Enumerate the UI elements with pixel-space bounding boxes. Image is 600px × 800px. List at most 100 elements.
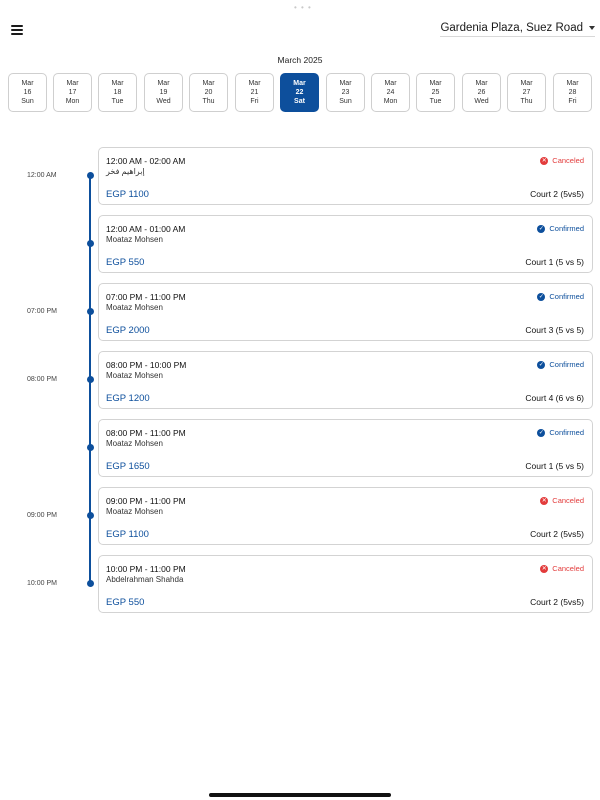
time-label: 08:00 PM bbox=[27, 376, 57, 383]
date-weekday: Wed bbox=[156, 98, 171, 105]
timeline-dot bbox=[86, 580, 94, 587]
date-month: Mar bbox=[384, 80, 397, 87]
date-chip[interactable]: Mar 23 Sun bbox=[326, 73, 365, 112]
timeline-dot bbox=[86, 444, 94, 451]
date-weekday: Thu bbox=[202, 98, 215, 105]
location-label: Gardenia Plaza, Suez Road bbox=[440, 22, 583, 34]
booking-court: Court 4 (6 vs 6) bbox=[525, 393, 584, 403]
booking-name: Moataz Mohsen bbox=[106, 235, 163, 244]
cancel-x-icon: ✕ bbox=[540, 564, 549, 573]
booking-card[interactable]: 12:00 AM - 01:00 AM Moataz Mohsen ✓ Conf… bbox=[98, 215, 593, 273]
date-month: Mar bbox=[66, 80, 79, 87]
booking-price: EGP 1100 bbox=[106, 529, 149, 540]
booking-card[interactable]: 10:00 PM - 11:00 PM Abdelrahman Shahda ✕… bbox=[98, 555, 593, 613]
date-chip[interactable]: Mar 26 Wed bbox=[462, 73, 501, 112]
date-chip[interactable]: Mar 20 Thu bbox=[189, 73, 228, 112]
booking-court: Court 2 (5vs5) bbox=[530, 597, 584, 607]
booking-court: Court 3 (5 vs 5) bbox=[525, 325, 584, 335]
time-label: 07:00 PM bbox=[27, 308, 57, 315]
date-month: Mar bbox=[21, 80, 34, 87]
date-strip[interactable]: Mar 16 Sun Mar 17 Mon Mar 18 Tue Mar 19 … bbox=[8, 73, 600, 115]
date-chip[interactable]: Mar 25 Tue bbox=[416, 73, 455, 112]
date-day: 16 bbox=[23, 89, 32, 96]
date-chip-selected[interactable]: Mar 22 Sat bbox=[280, 73, 319, 112]
location-selector[interactable]: Gardenia Plaza, Suez Road bbox=[440, 22, 595, 37]
booking-name: Moataz Mohsen bbox=[106, 303, 163, 312]
booking-name: إبراهيم فخر bbox=[106, 167, 145, 176]
booking-card[interactable]: 08:00 PM - 11:00 PM Moataz Mohsen ✓ Conf… bbox=[98, 419, 593, 477]
chevron-down-icon bbox=[589, 26, 595, 30]
date-day: 20 bbox=[204, 89, 213, 96]
status-badge: ✕ Canceled bbox=[540, 156, 584, 165]
date-chip[interactable]: Mar 16 Sun bbox=[8, 73, 47, 112]
status-badge: ✓ Confirmed bbox=[537, 428, 584, 437]
booking-time: 09:00 PM - 11:00 PM bbox=[106, 496, 186, 506]
booking-name: Abdelrahman Shahda bbox=[106, 575, 184, 584]
booking-time: 10:00 PM - 11:00 PM bbox=[106, 564, 186, 574]
date-day: 28 bbox=[568, 89, 577, 96]
date-month: Mar bbox=[429, 80, 442, 87]
status-label: Canceled bbox=[552, 496, 584, 505]
status-label: Confirmed bbox=[549, 428, 584, 437]
cancel-x-icon: ✕ bbox=[540, 156, 549, 165]
date-day: 17 bbox=[68, 89, 77, 96]
booking-court: Court 1 (5 vs 5) bbox=[525, 257, 584, 267]
date-chip[interactable]: Mar 24 Mon bbox=[371, 73, 410, 112]
date-month: Mar bbox=[520, 80, 533, 87]
time-label: 09:00 PM bbox=[27, 512, 57, 519]
date-day: 19 bbox=[159, 89, 168, 96]
date-month: Mar bbox=[248, 80, 261, 87]
booking-court: Court 2 (5vs5) bbox=[530, 189, 584, 199]
date-day: 27 bbox=[522, 89, 531, 96]
hamburger-menu-icon[interactable] bbox=[11, 25, 23, 35]
check-circle-icon: ✓ bbox=[537, 360, 546, 369]
date-chip[interactable]: Mar 27 Thu bbox=[507, 73, 546, 112]
booking-time: 07:00 PM - 11:00 PM bbox=[106, 292, 186, 302]
time-label: 12:00 AM bbox=[27, 172, 57, 179]
booking-card[interactable]: 07:00 PM - 11:00 PM Moataz Mohsen ✓ Conf… bbox=[98, 283, 593, 341]
status-badge: ✓ Confirmed bbox=[537, 360, 584, 369]
status-label: Canceled bbox=[552, 156, 584, 165]
timeline-dot bbox=[86, 172, 94, 179]
status-badge: ✓ Confirmed bbox=[537, 292, 584, 301]
home-indicator bbox=[209, 793, 391, 797]
date-chip[interactable]: Mar 21 Fri bbox=[235, 73, 274, 112]
date-weekday: Tue bbox=[429, 98, 442, 105]
date-month: Mar bbox=[475, 80, 488, 87]
timeline-dot bbox=[86, 512, 94, 519]
check-circle-icon: ✓ bbox=[537, 292, 546, 301]
cancel-x-icon: ✕ bbox=[540, 496, 549, 505]
timeline-dot bbox=[86, 308, 94, 315]
date-chip[interactable]: Mar 18 Tue bbox=[98, 73, 137, 112]
booking-time: 12:00 AM - 01:00 AM bbox=[106, 224, 186, 234]
date-month: Mar bbox=[157, 80, 170, 87]
date-month: Mar bbox=[339, 80, 352, 87]
date-chip[interactable]: Mar 17 Mon bbox=[53, 73, 92, 112]
date-chip[interactable]: Mar 28 Fri bbox=[553, 73, 592, 112]
booking-card[interactable]: 08:00 PM - 10:00 PM Moataz Mohsen ✓ Conf… bbox=[98, 351, 593, 409]
check-circle-icon: ✓ bbox=[537, 428, 546, 437]
booking-court: Court 2 (5vs5) bbox=[530, 529, 584, 539]
booking-court: Court 1 (5 vs 5) bbox=[525, 461, 584, 471]
booking-card[interactable]: 12:00 AM - 02:00 AM إبراهيم فخر ✕ Cancel… bbox=[98, 147, 593, 205]
date-weekday: Sun bbox=[21, 98, 34, 105]
date-day: 21 bbox=[250, 89, 259, 96]
booking-price: EGP 1650 bbox=[106, 461, 150, 472]
date-chip[interactable]: Mar 19 Wed bbox=[144, 73, 183, 112]
date-weekday: Mon bbox=[65, 98, 80, 105]
booking-time: 12:00 AM - 02:00 AM bbox=[106, 156, 186, 166]
date-weekday: Sun bbox=[339, 98, 352, 105]
booking-price: EGP 550 bbox=[106, 597, 145, 608]
date-day: 23 bbox=[341, 89, 350, 96]
timeline-dot bbox=[86, 376, 94, 383]
month-title: March 2025 bbox=[277, 55, 323, 65]
date-day: 22 bbox=[295, 89, 304, 96]
booking-card[interactable]: 09:00 PM - 11:00 PM Moataz Mohsen ✕ Canc… bbox=[98, 487, 593, 545]
window-handle: • • • bbox=[294, 3, 312, 12]
status-label: Confirmed bbox=[549, 224, 584, 233]
date-weekday: Sat bbox=[294, 98, 305, 105]
booking-price: EGP 1100 bbox=[106, 189, 149, 200]
status-badge: ✕ Canceled bbox=[540, 564, 584, 573]
booking-price: EGP 1200 bbox=[106, 393, 150, 404]
date-month: Mar bbox=[111, 80, 124, 87]
